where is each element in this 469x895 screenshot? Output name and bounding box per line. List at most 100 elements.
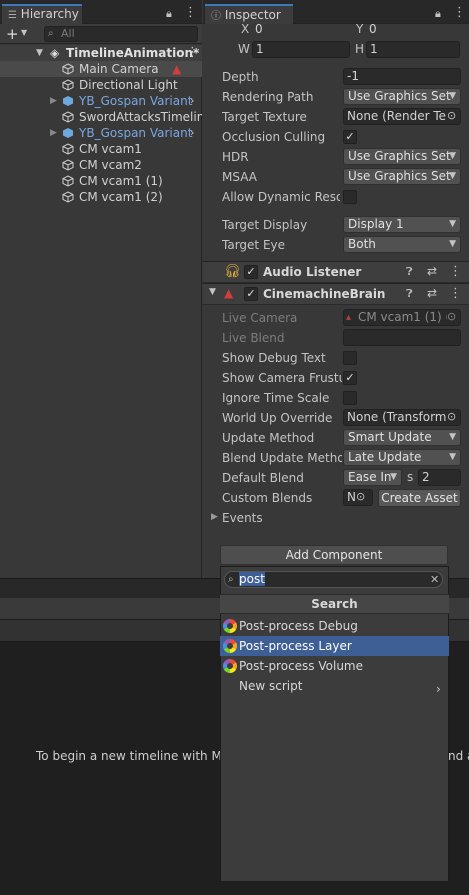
ignore-time-checkbox[interactable] (343, 391, 357, 405)
viewport-w-label: W (238, 42, 250, 56)
viewport-y-label: Y (356, 22, 364, 36)
viewport-x-field[interactable]: 0 (252, 22, 350, 39)
object-picker-icon[interactable]: ⊙ (447, 109, 457, 122)
post-process-icon (223, 659, 237, 673)
target-texture-field[interactable]: None (Render Te (343, 108, 461, 125)
chevron-right-icon[interactable]: › (190, 125, 194, 141)
chevron-right-icon[interactable]: › (190, 93, 194, 109)
target-display-dropdown[interactable]: Display 1 ▼ (343, 216, 461, 233)
viewport-w-field[interactable]: 1 (252, 41, 350, 58)
target-eye-value: Both (348, 237, 376, 251)
msaa-dropdown[interactable]: Use Graphics Set ▼ (343, 168, 461, 185)
hierarchy-item-label: SwordAttacksTimeline (79, 110, 202, 124)
hierarchy-item-timeline[interactable]: SwordAttacksTimeline (0, 109, 202, 125)
hierarchy-item-main-camera[interactable]: Main Camera ▲ (0, 61, 202, 77)
hierarchy-item-cm-vcam2[interactable]: CM vcam2 (0, 157, 202, 173)
audio-listener-enabled-checkbox[interactable]: ✓ (244, 265, 258, 279)
cinemachine-brain-enabled-checkbox[interactable]: ✓ (244, 287, 258, 301)
allow-dynamic-checkbox[interactable] (343, 190, 357, 204)
live-blend-label: Live Blend (222, 331, 285, 345)
preset-icon[interactable]: ⇄ (427, 286, 437, 300)
hierarchy-panel: ☰ Hierarchy 🔒︎ ⋮ + ▼ ⌕ All ▼ ◈ TimelineA… (0, 0, 202, 578)
depth-field[interactable]: -1 (343, 68, 461, 85)
events-foldout[interactable]: Events (222, 509, 263, 527)
audio-listener-title: Audio Listener (263, 265, 362, 279)
hierarchy-item-cm-vcam1[interactable]: CM vcam1 (0, 141, 202, 157)
collapsed-arrow-icon[interactable]: ▶ (50, 125, 57, 141)
hierarchy-item-cm-vcam1-1[interactable]: CM vcam1 (1) (0, 173, 202, 189)
headphones-icon: 🎧︎ (224, 264, 241, 279)
add-icon[interactable]: + (6, 25, 19, 43)
tab-inspector[interactable]: ⓘ Inspector (205, 4, 293, 24)
live-blend-field (343, 329, 461, 346)
chevron-down-icon[interactable]: ▼ (21, 28, 27, 37)
custom-blends-label: Custom Blends (222, 491, 313, 505)
lock-icon[interactable]: 🔒︎ (435, 7, 441, 21)
show-debug-checkbox[interactable] (343, 351, 357, 365)
default-blend-dropdown[interactable]: Ease In ▼ (343, 469, 402, 486)
hierarchy-item-directional-light[interactable]: Directional Light (0, 77, 202, 93)
lock-icon[interactable]: 🔒︎ (166, 7, 172, 21)
preset-icon[interactable]: ⇄ (427, 264, 437, 278)
component-menu-icon[interactable]: ⋮ (449, 264, 462, 279)
hierarchy-item-prefab-2[interactable]: ▶ YB_Gospan Variant › (0, 125, 202, 141)
target-eye-dropdown[interactable]: Both ▼ (343, 236, 461, 253)
hdr-dropdown[interactable]: Use Graphics Set ▼ (343, 148, 461, 165)
cinemachine-brain-header[interactable]: ▼ ▲ ✓ CinemachineBrain ❓︎ ⇄ ⋮ (203, 283, 469, 305)
dropdown-arrow-icon: ▼ (449, 239, 456, 249)
more-menu-icon[interactable]: ⋮ (453, 5, 466, 20)
hierarchy-item-prefab-1[interactable]: ▶ YB_Gospan Variant › (0, 93, 202, 109)
live-camera-label: Live Camera (222, 311, 298, 325)
object-picker-icon[interactable]: ⊙ (447, 410, 457, 423)
occlusion-culling-checkbox[interactable]: ✓ (343, 130, 357, 144)
timeline-message-right: nd a (448, 749, 469, 763)
rendering-path-dropdown[interactable]: Use Graphics Set ▼ (343, 88, 461, 105)
object-picker-icon[interactable]: ⊙ (356, 490, 365, 503)
post-process-icon (223, 639, 237, 653)
rendering-path-value: Use Graphics Set (348, 89, 451, 103)
new-script-item[interactable]: New script › (220, 676, 449, 696)
gameobject-cube-icon (62, 111, 74, 123)
collapsed-arrow-icon[interactable]: ▶ (211, 512, 218, 522)
target-texture-label: Target Texture (222, 110, 307, 124)
update-method-dropdown[interactable]: Smart Update ▼ (343, 429, 461, 446)
viewport-x-label: X (241, 22, 250, 36)
component-search-input[interactable]: ⌕ post ✕ (224, 571, 443, 588)
world-up-field[interactable]: None (Transform) (343, 409, 461, 426)
world-up-value: None (Transform) (347, 410, 452, 424)
component-menu-icon[interactable]: ⋮ (449, 286, 462, 301)
component-result-post-process-volume[interactable]: Post-process Volume (220, 656, 449, 676)
update-method-label: Update Method (222, 431, 315, 445)
target-display-label: Target Display (222, 218, 308, 232)
blend-update-dropdown[interactable]: Late Update ▼ (343, 449, 461, 466)
hierarchy-item-label: CM vcam1 (79, 142, 142, 156)
search-section-header: Search (220, 594, 449, 614)
component-result-post-process-layer[interactable]: Post-process Layer (220, 636, 449, 656)
add-component-button[interactable]: Add Component (220, 545, 448, 565)
hierarchy-search-input[interactable]: ⌕ All (44, 26, 198, 42)
viewport-h-label: H (355, 42, 365, 56)
default-blend-time-field[interactable]: 2 (418, 469, 461, 486)
object-picker-icon: ⊙ (447, 310, 457, 323)
viewport-h-field[interactable]: 1 (366, 41, 460, 58)
collapsed-arrow-icon[interactable]: ▶ (50, 93, 57, 109)
more-menu-icon[interactable]: ⋮ (184, 5, 197, 20)
help-icon[interactable]: ❓︎ (406, 265, 413, 279)
scene-root-row[interactable]: ▼ ◈ TimelineAnimation* ⋮ (0, 45, 202, 61)
expand-arrow-icon[interactable]: ▼ (209, 287, 216, 297)
scene-more-icon[interactable]: ⋮ (186, 45, 199, 61)
expand-arrow-icon[interactable]: ▼ (36, 45, 43, 61)
tab-hierarchy[interactable]: ☰ Hierarchy (2, 4, 82, 24)
clear-search-icon[interactable]: ✕ (430, 572, 439, 587)
hierarchy-item-cm-vcam1-2[interactable]: CM vcam1 (2) (0, 189, 202, 205)
component-search-value: post (239, 572, 265, 586)
component-result-post-process-debug[interactable]: Post-process Debug (220, 616, 449, 636)
show-frustum-checkbox[interactable]: ✓ (343, 371, 357, 385)
blend-update-value: Late Update (348, 450, 422, 464)
create-asset-button[interactable]: Create Asset (378, 489, 461, 507)
hierarchy-tab-bar: ☰ Hierarchy 🔒︎ ⋮ (0, 0, 202, 24)
viewport-y-field[interactable]: 0 (366, 22, 460, 39)
audio-listener-header[interactable]: 🎧︎ ✓ Audio Listener ❓︎ ⇄ ⋮ (203, 261, 469, 283)
show-debug-label: Show Debug Text (222, 351, 326, 365)
help-icon[interactable]: ❓︎ (406, 287, 413, 301)
